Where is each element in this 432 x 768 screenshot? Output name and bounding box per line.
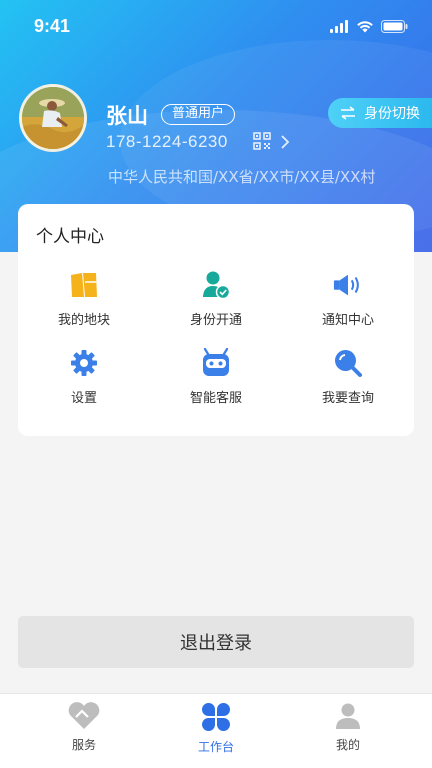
user-name: 张山: [106, 104, 148, 128]
heart-icon: [68, 702, 100, 729]
gear-icon: [69, 348, 99, 378]
logout-button[interactable]: 退出登录: [18, 616, 414, 668]
user-verify-icon: [201, 270, 231, 300]
chevron-right-icon[interactable]: [280, 134, 290, 150]
switch-identity-label: 身份切换: [364, 106, 420, 122]
swap-icon: [341, 106, 355, 120]
menu-item-label: 我要查询: [321, 391, 374, 406]
menu-item-notifications[interactable]: 通知中心: [282, 270, 414, 328]
land-plot-icon: [69, 270, 99, 300]
avatar[interactable]: [19, 84, 87, 152]
personal-center-card: 个人中心 我的地块 身份开通 通知中心 设置 智能客服 我要查询: [18, 204, 414, 436]
speaker-icon: [333, 270, 363, 300]
menu-item-identity-activation[interactable]: 身份开通: [150, 270, 282, 328]
tab-label: 服务: [71, 738, 96, 752]
signal-icon: [330, 19, 348, 33]
menu-item-label: 智能客服: [189, 391, 242, 406]
tab-workbench[interactable]: 工作台: [144, 694, 288, 768]
farmer-photo: [22, 87, 84, 149]
menu-item-label: 通知中心: [321, 313, 374, 328]
tab-label: 我的: [335, 738, 360, 752]
menu-item-settings[interactable]: 设置: [18, 348, 150, 406]
tab-mine[interactable]: 我的: [276, 694, 420, 768]
card-title: 个人中心: [36, 227, 104, 247]
status-bar: 9:41: [0, 0, 432, 52]
tab-label: 工作台: [197, 740, 234, 754]
menu-item-query[interactable]: 我要查询: [282, 348, 414, 406]
user-phone: 178-1224-6230: [106, 132, 228, 151]
user-address: 中华人民共和国/XX省/XX市/XX县/XX村: [108, 168, 376, 186]
menu-item-smart-service[interactable]: 智能客服: [150, 348, 282, 406]
menu-item-label: 身份开通: [189, 313, 242, 328]
menu-item-label: 设置: [70, 391, 97, 406]
status-icons: [330, 19, 408, 33]
robot-icon: [201, 348, 231, 378]
qr-code-icon[interactable]: [253, 132, 271, 150]
battery-icon: [381, 19, 408, 33]
switch-identity-button[interactable]: 身份切换: [328, 98, 432, 128]
search-icon: [333, 348, 363, 378]
wifi-icon: [357, 20, 373, 32]
status-time: 9:41: [34, 15, 71, 36]
menu-item-my-land[interactable]: 我的地块: [18, 270, 150, 328]
tab-service[interactable]: 服务: [12, 694, 156, 768]
bottom-tab-bar: 服务 工作台 我的: [0, 693, 432, 768]
user-role-badge: 普通用户: [161, 104, 236, 125]
clover-icon: [202, 703, 230, 731]
person-icon: [336, 703, 360, 729]
menu-item-label: 我的地块: [57, 313, 110, 328]
